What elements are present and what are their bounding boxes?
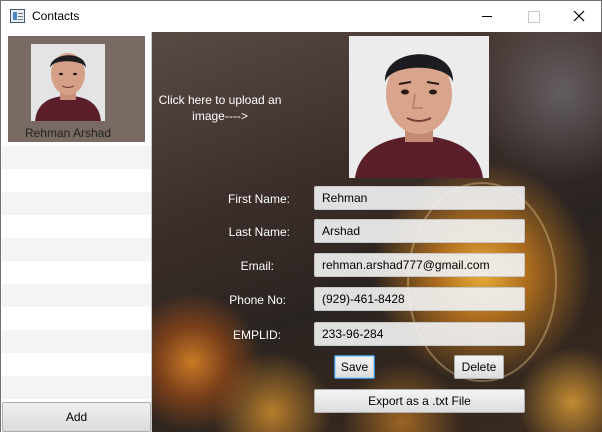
list-stripe	[2, 192, 151, 215]
list-stripe	[2, 284, 151, 307]
app-icon	[10, 9, 25, 23]
email-field[interactable]	[314, 253, 525, 277]
contacts-sidebar: Rehman Arshad Add	[1, 32, 152, 432]
emplid-field[interactable]	[314, 322, 525, 346]
list-stripe	[2, 238, 151, 261]
contact-name: Rehman Arshad	[24, 126, 112, 140]
list-stripe	[2, 376, 151, 399]
list-stripe	[2, 146, 151, 169]
delete-button[interactable]: Delete	[454, 355, 504, 379]
contact-thumbnail	[31, 44, 105, 121]
last-name-label: Last Name:	[228, 225, 290, 239]
list-stripe	[2, 330, 151, 353]
contacts-list[interactable]: Rehman Arshad	[2, 33, 151, 401]
maximize-icon[interactable]	[510, 1, 556, 32]
first-name-field[interactable]	[314, 186, 525, 210]
last-name-field[interactable]	[314, 219, 525, 243]
contact-details-panel: Click here to upload an image----> First…	[152, 32, 602, 432]
emplid-label: EMPLID:	[232, 328, 281, 342]
add-button[interactable]: Add	[2, 402, 151, 432]
window-title: Contacts	[32, 9, 80, 23]
contact-list-item[interactable]: Rehman Arshad	[8, 36, 145, 142]
close-icon[interactable]	[556, 1, 602, 32]
email-label: Email:	[240, 259, 274, 273]
contact-photo[interactable]	[349, 36, 489, 178]
save-button[interactable]: Save	[334, 355, 375, 379]
phone-label: Phone No:	[229, 293, 286, 307]
export-txt-button[interactable]: Export as a .txt File	[314, 389, 525, 413]
phone-field[interactable]	[314, 287, 525, 311]
background-bulb-image	[407, 182, 557, 382]
upload-image-link[interactable]: Click here to upload an image---->	[155, 92, 285, 124]
title-bar: Contacts	[1, 1, 601, 32]
contacts-window: Contacts Rehman Arshad Add Click here to…	[0, 0, 602, 432]
first-name-label: First Name:	[227, 192, 290, 206]
minimize-icon[interactable]	[464, 1, 510, 32]
